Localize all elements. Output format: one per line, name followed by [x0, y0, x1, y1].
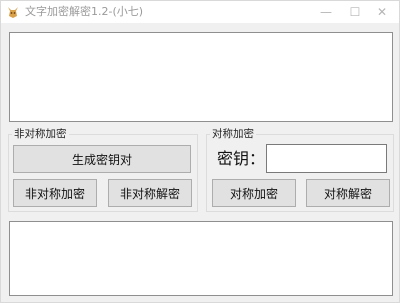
- symmetric-decrypt-button[interactable]: 对称解密: [306, 179, 390, 207]
- close-icon: ✕: [376, 5, 388, 19]
- title-bar[interactable]: 文字加密解密1.2-(小七) — ☐ ✕: [1, 1, 399, 23]
- fox-app-icon: [8, 7, 18, 18]
- key-label: 密钥：: [217, 149, 266, 168]
- window-title: 文字加密解密1.2-(小七): [25, 5, 144, 18]
- key-input[interactable]: [266, 144, 387, 173]
- asymmetric-decrypt-button[interactable]: 非对称解密: [108, 179, 192, 207]
- minimize-icon: —: [320, 5, 332, 19]
- symmetric-group-legend: 对称加密: [210, 127, 256, 141]
- maximize-button[interactable]: ☐: [340, 1, 370, 23]
- symmetric-encrypt-button[interactable]: 对称加密: [212, 179, 296, 207]
- generate-keypair-button[interactable]: 生成密钥对: [13, 145, 191, 173]
- asymmetric-encrypt-button[interactable]: 非对称加密: [13, 179, 97, 207]
- maximize-icon: ☐: [349, 5, 361, 19]
- asymmetric-group-legend: 非对称加密: [12, 127, 69, 141]
- close-button[interactable]: ✕: [367, 1, 397, 23]
- output-textarea[interactable]: [9, 221, 393, 296]
- input-textarea[interactable]: [9, 32, 393, 122]
- minimize-button[interactable]: —: [311, 1, 341, 23]
- app-window: 文字加密解密1.2-(小七) — ☐ ✕ 非对称加密 生成密钥对 非对称加密 非…: [0, 0, 400, 303]
